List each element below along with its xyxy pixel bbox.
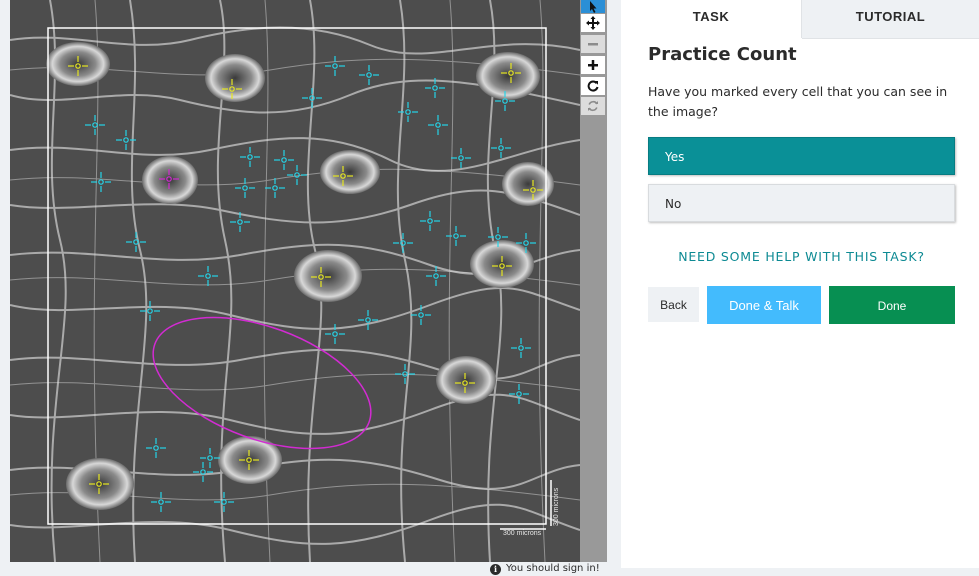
task-question: Have you marked every cell that you can … [648, 84, 948, 119]
subject-image[interactable]: 300 microns 300 microns [10, 0, 580, 562]
rotate-button[interactable] [581, 77, 605, 95]
minus-icon [588, 43, 598, 46]
back-button[interactable]: Back [648, 287, 699, 322]
image-toolbar [580, 0, 607, 562]
zoom-out-button[interactable] [581, 35, 605, 53]
done-and-talk-button[interactable]: Done & Talk [707, 286, 821, 324]
signin-notice[interactable]: i You should sign in! [490, 563, 600, 575]
scale-label-vertical: 300 microns [553, 487, 560, 526]
task-tabs: TASK TUTORIAL [621, 0, 979, 39]
plus-icon [588, 60, 598, 70]
scale-label: 300 microns [503, 530, 542, 537]
answer-yes-button[interactable]: Yes [648, 137, 955, 175]
done-button[interactable]: Done [829, 286, 955, 324]
refresh-icon [588, 100, 598, 112]
reset-button[interactable] [581, 97, 605, 115]
pan-tool-button[interactable] [581, 14, 605, 32]
tab-task[interactable]: TASK [621, 0, 802, 38]
rotate-icon [587, 80, 599, 92]
signin-notice-text: You should sign in! [506, 563, 600, 574]
task-panel: TASK TUTORIAL Practice Count Have you ma… [621, 0, 979, 568]
tab-tutorial[interactable]: TUTORIAL [802, 0, 979, 39]
task-title: Practice Count [648, 44, 797, 65]
microscope-image[interactable]: 300 microns 300 microns [10, 0, 580, 562]
info-icon: i [490, 563, 501, 575]
zoom-in-button[interactable] [581, 56, 605, 74]
move-icon [586, 16, 600, 30]
answer-no-button[interactable]: No [648, 184, 955, 222]
pointer-icon [590, 0, 597, 13]
help-link[interactable]: NEED SOME HELP WITH THIS TASK? [648, 249, 955, 264]
pointer-tool-button[interactable] [581, 0, 605, 13]
